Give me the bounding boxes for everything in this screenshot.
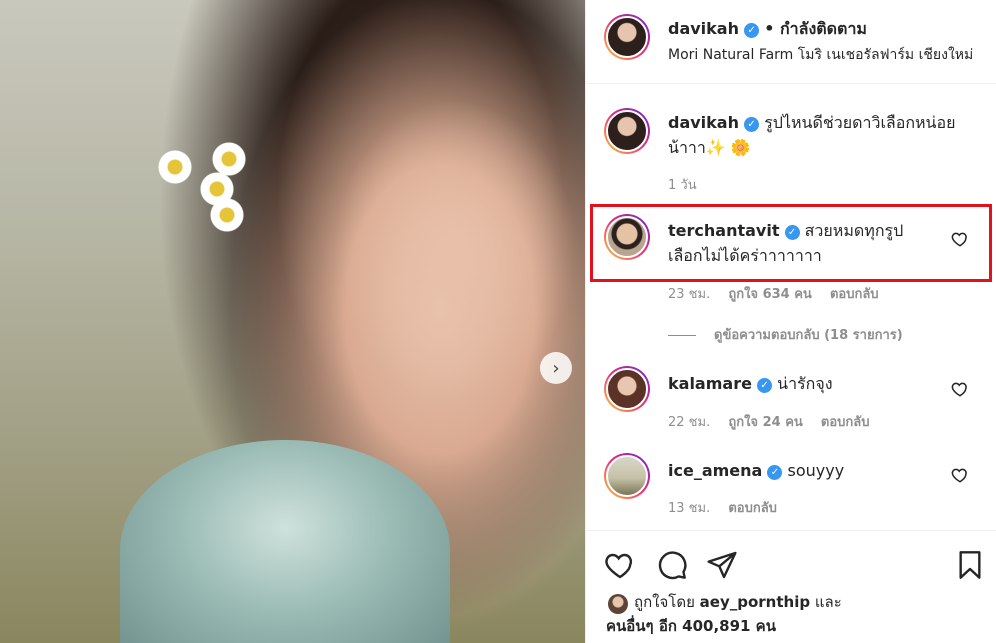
caption-text-line1: รูปไหนดีช่วยดาวิเลือกหน่อย: [764, 113, 956, 132]
post-actions-bar: [586, 530, 996, 590]
comment-time[interactable]: 22 ชม.: [668, 415, 710, 430]
comment-username[interactable]: ice_amena: [668, 461, 762, 480]
comment-text-line2: เลือกไม่ได้คร่าาาาาาา: [668, 246, 822, 265]
post-photo: ›: [0, 0, 585, 643]
bookmark-icon[interactable]: [954, 549, 986, 581]
caption: davikah ✓ รูปไหนดีช่วยดาวิเลือกหน่อย น้า…: [668, 110, 968, 160]
comment-time[interactable]: 23 ชม.: [668, 287, 710, 302]
liked-by: ถูกใจโดย aey_pornthip และ คนอื่นๆ อีก 40…: [606, 590, 842, 638]
author-username[interactable]: davikah: [668, 19, 739, 38]
chevron-right-icon: ›: [552, 357, 560, 379]
liked-by-prefix: ถูกใจโดย: [634, 593, 695, 611]
comment-username[interactable]: kalamare: [668, 374, 752, 393]
heart-icon[interactable]: [951, 380, 969, 398]
comment-meta: 23 ชม. ถูกใจ 634 คน ตอบกลับ: [668, 283, 879, 304]
comment-text-line1: น่ารักจุง: [777, 374, 833, 393]
comment-likes[interactable]: ถูกใจ 634 คน: [728, 287, 811, 302]
view-replies-label: ดูข้อความตอบกลับ (18 รายการ): [714, 328, 903, 343]
follow-status[interactable]: • กำลังติดตาม: [764, 19, 867, 38]
author-avatar[interactable]: [604, 14, 650, 60]
post-side-panel: davikah ✓ • กำลังติดตาม Mori Natural Far…: [585, 0, 996, 643]
verified-badge-icon: ✓: [757, 378, 773, 393]
liked-by-user[interactable]: aey_pornthip: [700, 593, 810, 611]
caption-avatar[interactable]: [604, 108, 650, 154]
replies-divider: [668, 335, 696, 336]
comment-likes[interactable]: ถูกใจ 24 คน: [728, 415, 802, 430]
comment: kalamare ✓ น่ารักจุง: [668, 371, 958, 396]
view-replies-button[interactable]: ดูข้อความตอบกลับ (18 รายการ): [668, 324, 903, 345]
post-header: davikah ✓ • กำลังติดตาม Mori Natural Far…: [586, 0, 996, 84]
post-location[interactable]: Mori Natural Farm โมริ เนเชอรัลฟาร์ม เชี…: [668, 44, 973, 66]
comment-avatar[interactable]: [604, 366, 650, 412]
caption-time[interactable]: 1 วัน: [668, 174, 697, 195]
comment-text-line1: souyyy: [787, 461, 845, 480]
photo-lace-collar: [120, 440, 450, 643]
heart-icon[interactable]: [604, 549, 636, 581]
verified-badge-icon: ✓: [784, 225, 800, 240]
comment-meta: 22 ชม. ถูกใจ 24 คน ตอบกลับ: [668, 411, 870, 432]
photo-flower: [210, 198, 244, 232]
verified-badge-icon: ✓: [744, 117, 760, 132]
photo-flower: [158, 150, 192, 184]
caption-text-line2: น้าาา✨ 🌼: [668, 138, 751, 157]
comment-avatar[interactable]: [604, 453, 650, 499]
comment-meta: 13 ชม. ตอบกลับ: [668, 497, 777, 518]
verified-badge-icon: ✓: [767, 465, 783, 480]
comment-time[interactable]: 13 ชม.: [668, 501, 710, 516]
comment-text-line1: สวยหมดทุกรูป: [804, 221, 904, 240]
heart-icon[interactable]: [951, 466, 969, 484]
reply-button[interactable]: ตอบกลับ: [728, 501, 777, 516]
heart-icon[interactable]: [951, 230, 969, 248]
paper-plane-icon[interactable]: [706, 549, 738, 581]
photo-flower: [212, 142, 246, 176]
verified-badge-icon: ✓: [744, 23, 760, 38]
liked-by-others[interactable]: คนอื่นๆ อีก 400,891 คน: [606, 617, 776, 635]
comment-bubble-icon[interactable]: [656, 549, 688, 581]
comment: ice_amena ✓ souyyy: [668, 458, 958, 483]
comment-username[interactable]: terchantavit: [668, 221, 779, 240]
caption-username[interactable]: davikah: [668, 113, 739, 132]
reply-button[interactable]: ตอบกลับ: [821, 415, 870, 430]
comment: terchantavit ✓ สวยหมดทุกรูป เลือกไม่ได้ค…: [668, 218, 958, 268]
reply-button[interactable]: ตอบกลับ: [830, 287, 879, 302]
carousel-next-button[interactable]: ›: [540, 352, 572, 384]
liked-by-and: และ: [814, 593, 842, 611]
comment-avatar[interactable]: [604, 214, 650, 260]
